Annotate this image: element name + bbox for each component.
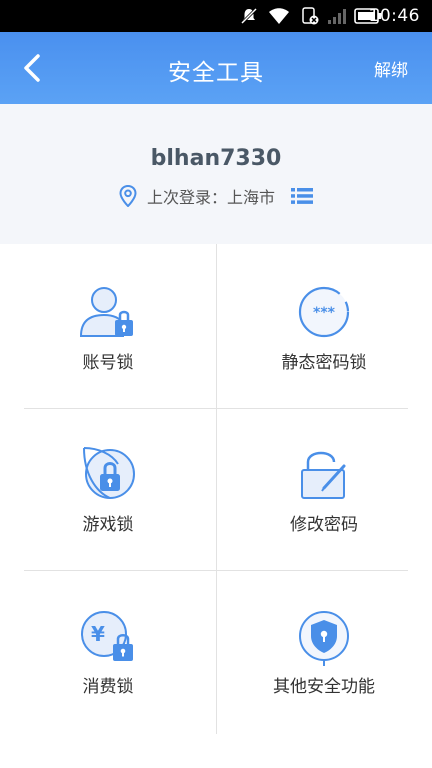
- consume-lock-icon: ¥: [81, 611, 133, 661]
- tool-label: 账号锁: [82, 353, 134, 373]
- static-password-lock-icon: ***: [298, 286, 350, 338]
- game-lock-icon: [83, 447, 135, 499]
- account-lock-icon: [79, 287, 133, 337]
- tool-game-lock[interactable]: 游戏锁: [0, 406, 216, 568]
- security-shield-icon: [299, 611, 349, 666]
- tool-label: 消费锁: [82, 677, 134, 697]
- tool-account-lock[interactable]: 账号锁: [0, 244, 216, 406]
- last-login-text: 上次登录：上海市: [146, 188, 275, 207]
- tool-label: 游戏锁: [82, 515, 134, 535]
- username: blhan7330: [150, 146, 282, 171]
- page-title: 安全工具: [168, 60, 264, 86]
- tools-grid: 账号锁 *** 静态密码锁 游戏锁 修改密码 ¥ 消费锁 其他安全功能: [0, 244, 432, 734]
- sim-icon: [302, 7, 319, 25]
- edit-password-icon: [301, 451, 346, 499]
- location-pin-icon: [119, 185, 137, 207]
- tool-other-security[interactable]: 其他安全功能: [216, 568, 432, 730]
- notification-off-icon: [240, 7, 258, 25]
- svg-text:¥: ¥: [91, 622, 105, 646]
- status-time: 10:46: [368, 6, 420, 26]
- svg-text:***: ***: [313, 305, 336, 321]
- status-bar: 10:46: [0, 0, 432, 32]
- signal-icon: [328, 9, 346, 24]
- last-login-row: 上次登录：上海市: [0, 184, 432, 208]
- list-icon[interactable]: [291, 187, 313, 205]
- profile-section: blhan7330 上次登录：上海市: [0, 104, 432, 244]
- tool-label: 静态密码锁: [281, 353, 367, 373]
- wifi-icon: [269, 8, 289, 24]
- header-bar: 安全工具 解绑: [0, 32, 432, 104]
- tool-label: 修改密码: [290, 515, 358, 535]
- tool-consume-lock[interactable]: ¥ 消费锁: [0, 568, 216, 730]
- tool-label: 其他安全功能: [273, 677, 375, 697]
- tool-edit-password[interactable]: 修改密码: [216, 406, 432, 568]
- unbind-button[interactable]: 解绑: [374, 56, 408, 81]
- tool-static-password-lock[interactable]: *** 静态密码锁: [216, 244, 432, 406]
